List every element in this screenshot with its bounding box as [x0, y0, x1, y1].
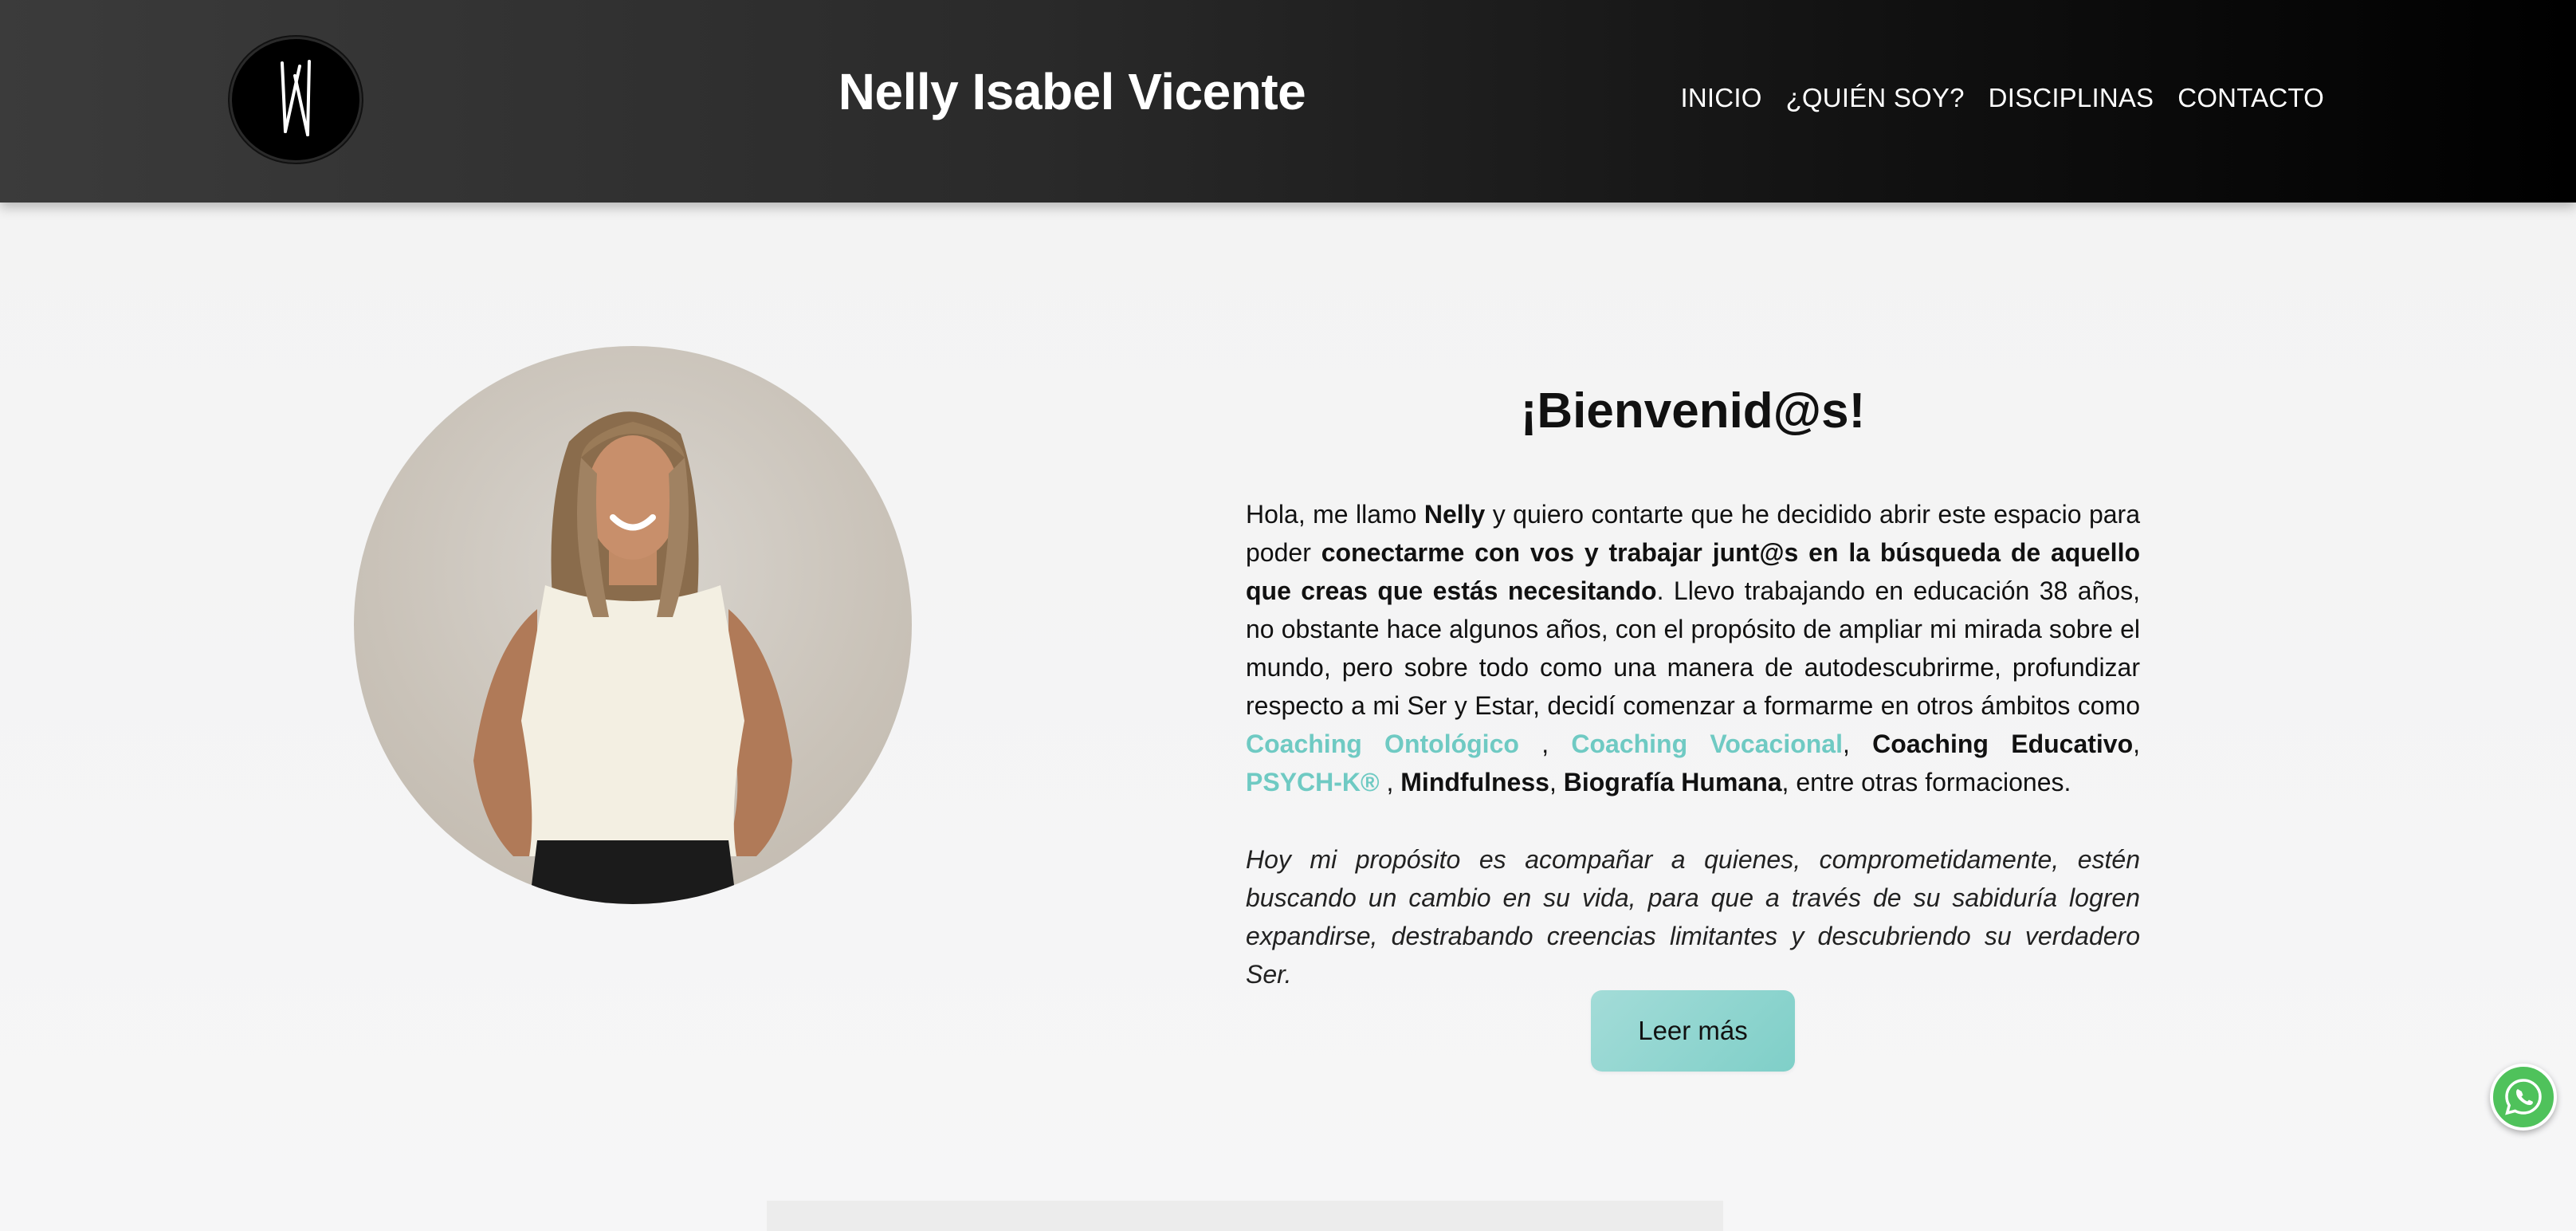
- intro-bold: Mindfulness: [1400, 768, 1549, 796]
- purpose-paragraph: Hoy mi propósito es acompañar a quienes,…: [1246, 845, 2140, 989]
- intro-text: ,: [1518, 730, 1572, 758]
- nav-contacto[interactable]: CONTACTO: [2177, 83, 2324, 113]
- welcome-section: ¡Bienvenid@s! Hola, me llamo Nelly y qui…: [1246, 367, 2140, 993]
- intro-text: ,: [1379, 768, 1401, 796]
- intro-text: Hola, me llamo: [1246, 500, 1424, 529]
- profile-photo: [354, 346, 912, 904]
- nv-logo-icon[interactable]: [230, 37, 362, 163]
- nav-inicio[interactable]: INICIO: [1681, 83, 1762, 113]
- site-title[interactable]: Nelly Isabel Vicente: [797, 62, 1347, 121]
- whatsapp-glyph-icon: [2505, 1079, 2542, 1115]
- intro-text: ,: [1549, 768, 1564, 796]
- intro-text: ,: [2133, 730, 2141, 758]
- next-section-edge: [767, 1201, 1723, 1231]
- main-nav: INICIO ¿QUIÉN SOY? DISCIPLINAS CONTACTO: [1681, 83, 2324, 113]
- intro-bold: Biografía Humana: [1563, 768, 1782, 796]
- link-coaching-ontologico[interactable]: Coaching Ontológico: [1246, 730, 1519, 758]
- intro-bold: Nelly: [1423, 500, 1486, 529]
- intro-paragraph: Hola, me llamo Nelly y quiero contarte q…: [1246, 495, 2140, 801]
- site-header: Nelly Isabel Vicente INICIO ¿QUIÉN SOY? …: [0, 0, 2576, 203]
- link-psych-k[interactable]: PSYCH-K®: [1246, 768, 1380, 796]
- logo-monogram-icon: [281, 60, 311, 136]
- whatsapp-icon[interactable]: [2490, 1064, 2557, 1131]
- portrait-illustration: [473, 411, 792, 904]
- intro-bold: Coaching Educativo: [1872, 730, 2134, 758]
- nav-disciplinas[interactable]: DISCIPLINAS: [1989, 83, 2154, 113]
- welcome-title: ¡Bienvenid@s!: [1520, 383, 1866, 439]
- intro-text: ,: [1843, 730, 1873, 758]
- read-more-button[interactable]: Leer más: [1591, 990, 1795, 1072]
- intro-text: , entre otras formaciones.: [1781, 768, 2071, 796]
- nav-quien-soy[interactable]: ¿QUIÉN SOY?: [1786, 83, 1965, 113]
- link-coaching-vocacional[interactable]: Coaching Vocacional: [1571, 730, 1843, 758]
